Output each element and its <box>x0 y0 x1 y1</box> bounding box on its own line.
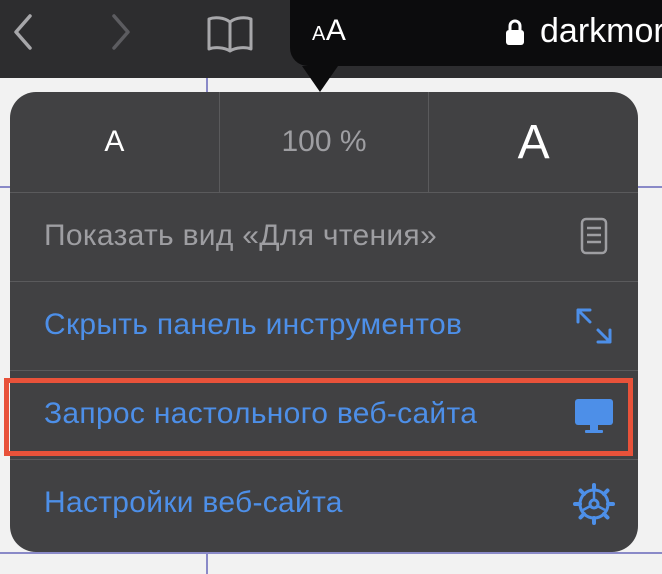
menu-item-request-desktop-site[interactable]: Запрос настольного веб-сайта <box>10 370 638 459</box>
text-size-address-field[interactable]: AA darkmor <box>290 0 662 66</box>
menu-item-label: Настройки веб-сайта <box>44 486 343 519</box>
book-icon[interactable] <box>206 14 254 54</box>
menu-item-website-settings[interactable]: Настройки веб-сайта <box>10 459 638 548</box>
menu-item-hide-toolbar[interactable]: Скрыть панель инструментов <box>10 281 638 370</box>
zoom-controls: A 100 % A <box>10 92 638 192</box>
desktop-monitor-icon <box>575 399 613 433</box>
aa-small-letter: A <box>312 23 326 45</box>
lock-icon <box>506 19 524 45</box>
popover-pointer <box>302 66 338 92</box>
chevron-right-icon[interactable] <box>100 12 140 52</box>
menu-item-label: Запрос настольного веб-сайта <box>44 397 478 430</box>
increase-text-size-button[interactable]: A <box>429 92 638 192</box>
expand-arrows-icon <box>576 308 612 344</box>
page-row-divider-bottom <box>0 552 662 554</box>
reader-page-icon <box>580 217 608 255</box>
gear-icon <box>573 483 615 525</box>
page-menu-popover: A 100 % A Показать вид «Для чтения» Скры… <box>10 92 638 552</box>
menu-item-reader-view[interactable]: Показать вид «Для чтения» <box>10 192 638 281</box>
zoom-percent[interactable]: 100 % <box>220 92 430 192</box>
menu-item-label: Скрыть панель инструментов <box>44 308 463 341</box>
decrease-text-size-button[interactable]: A <box>10 92 220 192</box>
url-domain[interactable]: darkmor <box>540 12 662 51</box>
aa-large-letter: A <box>325 14 347 47</box>
chevron-left-icon[interactable] <box>4 12 44 52</box>
aa-button[interactable]: AA <box>312 14 346 48</box>
menu-item-label: Показать вид «Для чтения» <box>44 219 437 252</box>
